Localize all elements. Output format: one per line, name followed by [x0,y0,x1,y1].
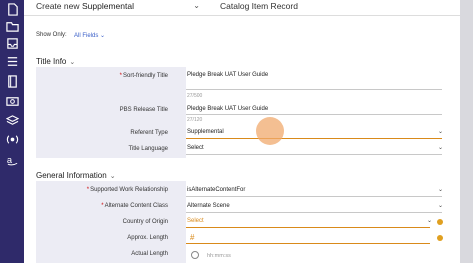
sort-title-input[interactable]: Pledge Break UAT User Guide [187,72,268,78]
inbox-icon[interactable] [5,36,19,50]
amazon-icon[interactable]: a [5,152,19,166]
panel-input-area [186,67,448,158]
show-only-value: All Fields [74,33,99,39]
referent-type-label: Referent Type [130,130,168,136]
field-underline-focused [186,138,442,139]
pbs-title-label: PBS Release Title [119,107,168,113]
chevron-down-icon: ⌄ [109,173,116,180]
video-icon[interactable] [5,94,19,108]
field-underline [186,196,442,197]
approx-length-label: Approx. Length [127,235,168,241]
clock-icon [191,251,199,259]
create-header: Create new Supplemental ⌄ Catalog Item R… [24,0,460,12]
field-underline [186,154,442,155]
sort-title-counter: 27/500 [187,93,203,99]
layers-icon[interactable] [5,113,19,127]
chevron-down-icon: ⌄ [100,33,106,39]
supported-rel-select[interactable]: isAlternateContentFor [187,187,245,193]
section-heading: General Information [36,171,107,180]
title-language-select[interactable]: Select [187,145,204,151]
alt-class-select[interactable]: Alternate Scene [187,203,230,209]
section-title-info[interactable]: Title Info ⌄ [36,57,75,66]
broadcast-icon[interactable] [5,132,19,146]
svg-text:a: a [6,155,12,165]
chevron-down-icon: ⌄ [438,187,444,193]
record-type-value: Supplemental [82,1,134,11]
folder-icon[interactable] [5,19,19,33]
warning-dot-icon [437,219,443,225]
warning-dot-icon [437,235,443,241]
section-general-info[interactable]: General Information ⌄ [36,171,116,180]
pbs-title-counter: 27/120 [187,117,203,123]
scrollbar[interactable] [460,0,473,263]
referent-type-select[interactable]: Supplemental [187,129,224,135]
chevron-down-icon: ⌄ [438,129,444,135]
sidebar: a [0,0,24,263]
field-underline-warning [186,243,430,244]
divider [24,15,460,16]
chevron-down-icon: ⌄ [193,1,200,10]
create-new-label: Create new [36,1,80,11]
document-icon[interactable] [5,2,19,16]
chevron-down-icon: ⌄ [438,145,444,151]
sort-title-label: *Sort-friendly Title [119,73,168,79]
actual-length-label: Actual Length [131,251,168,257]
supported-rel-label: *Supported Work Relationship [86,187,168,193]
country-select[interactable]: Select [187,218,204,224]
click-indicator [256,117,284,145]
chevron-down-icon: ⌄ [427,218,433,224]
book-icon[interactable] [5,74,19,88]
pbs-title-input[interactable]: Pledge Break UAT User Guide [187,106,268,112]
alt-class-label: *Alternate Content Class [101,203,168,209]
record-label: Catalog Item Record [220,1,298,11]
field-underline [186,212,442,213]
section-heading: Title Info [36,57,67,66]
actual-length-input[interactable]: hh:mm:ss [207,253,231,259]
record-type-select[interactable]: Supplemental ⌄ [82,1,200,11]
list-icon[interactable] [5,54,19,68]
show-only-label: Show Only: [36,32,67,38]
panel-input-area [186,181,448,263]
approx-length-input[interactable]: # [190,233,194,242]
show-only-select[interactable]: All Fields ⌄ [74,32,105,39]
country-label: Country of Origin [122,219,168,225]
field-underline-warning [186,227,430,228]
chevron-down-icon: ⌄ [69,59,76,66]
field-underline [186,89,442,90]
main-content: Create new Supplemental ⌄ Catalog Item R… [24,0,460,263]
chevron-down-icon: ⌄ [438,203,444,209]
field-underline [186,114,442,115]
title-language-label: Title Language [128,146,168,152]
